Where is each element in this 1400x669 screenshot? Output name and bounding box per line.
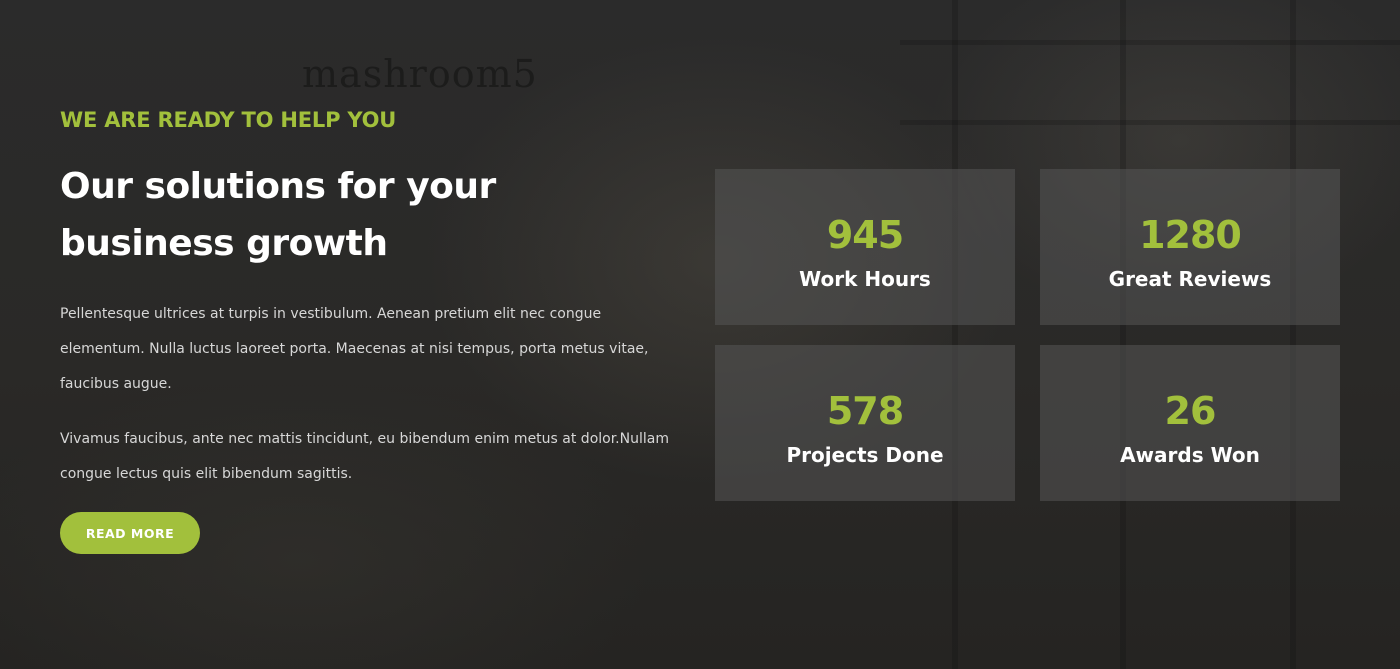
- stat-label: Work Hours: [799, 267, 931, 291]
- stat-value: 945: [826, 213, 904, 257]
- window-frame: [900, 120, 1400, 125]
- stat-card-projects-done: 578 Projects Done: [715, 345, 1015, 501]
- intro-block: WE ARE READY TO HELP YOU Our solutions f…: [60, 108, 680, 492]
- stat-label: Great Reviews: [1108, 267, 1272, 291]
- stat-card-awards-won: 26 Awards Won: [1040, 345, 1340, 501]
- window-frame: [1290, 0, 1296, 669]
- window-frame: [900, 40, 1400, 45]
- intro-paragraph: Vivamus faucibus, ante nec mattis tincid…: [60, 431, 669, 482]
- stat-label: Awards Won: [1120, 443, 1260, 467]
- stat-card-great-reviews: 1280 Great Reviews: [1040, 169, 1340, 325]
- window-frame: [952, 0, 958, 669]
- stat-value: 26: [1164, 389, 1217, 433]
- stat-value: 578: [826, 389, 904, 433]
- hero-section: mashroom5 WE ARE READY TO HELP YOU Our s…: [0, 0, 1400, 669]
- stat-label: Projects Done: [786, 443, 944, 467]
- section-eyebrow: WE ARE READY TO HELP YOU: [60, 108, 397, 132]
- stat-card-work-hours: 945 Work Hours: [715, 169, 1015, 325]
- intro-paragraph: Pellentesque ultrices at turpis in vesti…: [60, 306, 649, 392]
- window-frame: [1120, 0, 1126, 669]
- section-headline: Our solutions for your business growth: [60, 166, 496, 264]
- stat-value: 1280: [1139, 213, 1242, 257]
- background-sign-text: mashroom5: [302, 52, 538, 96]
- read-more-button[interactable]: READ MORE: [60, 512, 200, 554]
